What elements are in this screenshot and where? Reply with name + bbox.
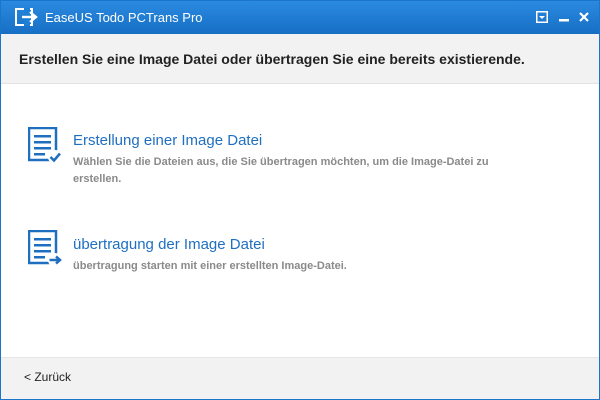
create-image-option[interactable]: Erstellung einer Image Datei Wählen Sie … — [1, 125, 599, 195]
document-check-icon — [27, 126, 64, 165]
app-logo-icon — [15, 8, 39, 26]
create-image-title[interactable]: Erstellung einer Image Datei — [73, 132, 262, 149]
window-title: EaseUS Todo PCTrans Pro — [45, 10, 203, 25]
menu-dropdown-icon[interactable] — [534, 9, 550, 25]
create-image-description: Wählen Sie die Dateien aus, die Sie über… — [73, 156, 489, 185]
app-window: EaseUS Todo PCTrans Pro Erstellen Sie ei… — [0, 0, 600, 400]
transfer-image-option[interactable]: übertragung der Image Datei übertragung … — [1, 228, 599, 278]
instruction-header: Erstellen Sie eine Image Datei oder über… — [1, 34, 599, 84]
transfer-image-title[interactable]: übertragung der Image Datei — [73, 236, 265, 253]
close-icon[interactable] — [576, 9, 592, 25]
minimize-icon[interactable] — [556, 9, 572, 25]
footer-bar: < Zurück — [1, 357, 599, 399]
transfer-image-description: übertragung starten mit einer erstellten… — [73, 260, 347, 272]
instruction-text: Erstellen Sie eine Image Datei oder über… — [19, 51, 525, 67]
title-bar[interactable]: EaseUS Todo PCTrans Pro — [1, 1, 599, 34]
document-arrow-icon — [27, 229, 64, 268]
back-button[interactable]: < Zurück — [24, 370, 71, 384]
